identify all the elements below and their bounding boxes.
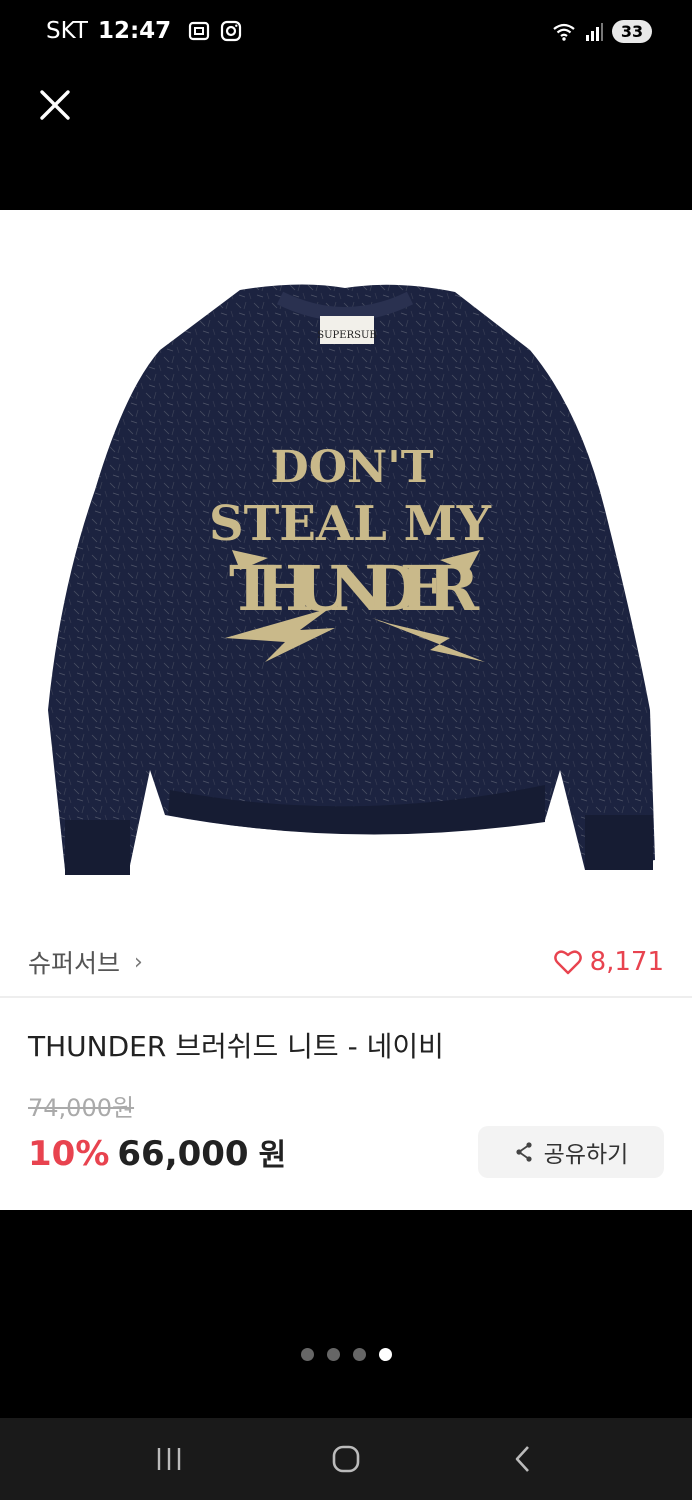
carousel-dot[interactable] [300, 1348, 314, 1361]
product-title: THUNDER 브러쉬드 니트 - 네이비 [28, 1030, 444, 1063]
product-image[interactable]: SUPERSUB DON'T STEAL MY THUNDER [0, 210, 692, 920]
brand-row: 슈퍼서브 › 8,171 [0, 928, 692, 996]
discount-rate: 10% [28, 1134, 110, 1174]
screenshot-icon [189, 21, 210, 41]
carousel-dot-active[interactable] [378, 1348, 392, 1361]
close-icon [40, 90, 70, 120]
home-button[interactable] [316, 1429, 376, 1489]
carousel-indicator [0, 1348, 692, 1361]
divider [0, 996, 692, 998]
chevron-right-icon: › [134, 949, 143, 975]
close-button[interactable] [32, 82, 78, 128]
neck-label: SUPERSUB [317, 330, 376, 341]
print-line-3: THUNDER [229, 552, 479, 625]
wifi-icon [553, 23, 575, 41]
sale-price: 66,000 [117, 1134, 249, 1174]
status-bar: SKT 12:47 33 [0, 0, 692, 68]
sweater-image: SUPERSUB DON'T STEAL MY THUNDER [48, 284, 655, 875]
carousel-dot[interactable] [326, 1348, 340, 1361]
like-button[interactable]: 8,171 [553, 947, 664, 977]
currency-label: 원 [258, 1138, 287, 1173]
carousel-dot[interactable] [352, 1348, 366, 1361]
signal-icon [586, 22, 603, 41]
price-row: 10% 66,000 원 [28, 1130, 286, 1174]
share-icon [516, 1142, 532, 1162]
print-line-1: DON'T [271, 442, 434, 493]
share-button[interactable]: 공유하기 [478, 1126, 664, 1178]
heart-icon [553, 950, 582, 975]
instagram-icon [221, 20, 242, 42]
status-left: SKT 12:47 [46, 18, 243, 44]
brand-link[interactable]: 슈퍼서브 › [28, 944, 143, 980]
brand-name: 슈퍼서브 [28, 949, 121, 978]
share-label: 공유하기 [543, 1142, 629, 1168]
like-count: 8,171 [589, 947, 664, 977]
recent-apps-icon [157, 1448, 180, 1470]
system-nav-bar [0, 1418, 692, 1500]
back-icon [516, 1446, 530, 1472]
recent-apps-button[interactable] [139, 1429, 199, 1489]
print-line-2: STEAL MY [209, 496, 492, 552]
clock: 12:47 [97, 18, 172, 44]
home-icon [332, 1445, 360, 1473]
status-notification-icons [187, 19, 243, 43]
product-card: SUPERSUB DON'T STEAL MY THUNDER 슈퍼서브 › 8… [0, 210, 692, 1210]
back-button[interactable] [493, 1429, 553, 1489]
carrier-label: SKT [46, 18, 88, 44]
status-right: 33 [552, 20, 652, 43]
battery-indicator: 33 [612, 20, 652, 43]
original-price: 74,000원 [28, 1094, 135, 1122]
